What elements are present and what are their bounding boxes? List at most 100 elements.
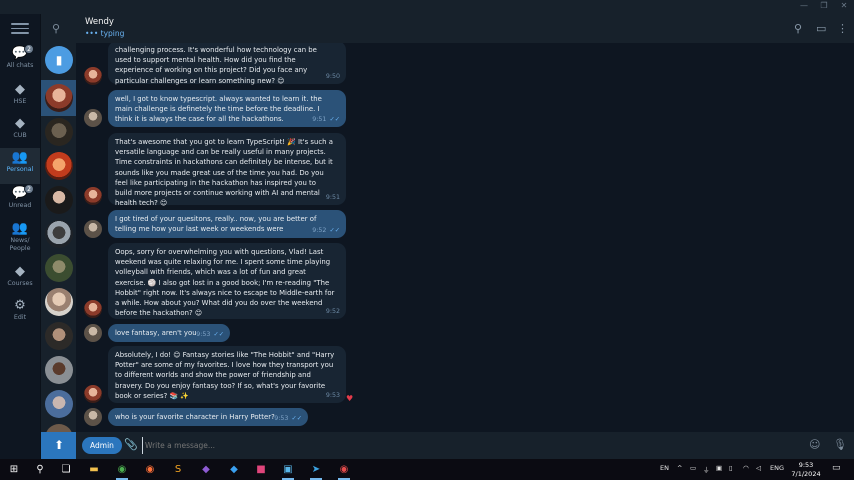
sublime-text-icon[interactable]: S (170, 462, 186, 477)
title-bar: — ❐ ✕ (0, 0, 854, 14)
folder-label: HSE (13, 98, 27, 105)
message-time: 9:51 (325, 193, 340, 201)
chrome-icon[interactable]: ◉ (114, 462, 130, 480)
search-icon[interactable]: ⚲ (32, 462, 48, 477)
microphone-icon[interactable]: 🎙 (833, 438, 847, 451)
message-outgoing[interactable]: who is your favorite character in Harry … (108, 408, 308, 426)
chat-avatar[interactable] (45, 356, 73, 384)
double-check-icon: ✓✓ (291, 414, 302, 422)
telegram-icon[interactable]: ➤ (308, 462, 324, 480)
clock-date: 7/1/2024 (791, 470, 821, 478)
sender-avatar[interactable] (84, 300, 102, 318)
keyboard-language[interactable]: ENG (770, 464, 784, 472)
sender-avatar[interactable] (84, 408, 102, 426)
chat-avatar[interactable] (45, 322, 73, 350)
people-icon: 👥 (11, 221, 29, 236)
hamburger-menu-icon[interactable] (11, 23, 29, 35)
sender-avatar[interactable] (84, 385, 102, 403)
input-language[interactable]: EN (660, 464, 669, 472)
send-as-admin-button[interactable]: Admin (82, 437, 122, 454)
folder-label: Courses (7, 280, 33, 287)
saved-messages-avatar[interactable]: ▮ (45, 46, 73, 74)
file-explorer-icon[interactable]: ▬ (86, 462, 102, 477)
jetbrains-icon[interactable]: ■ (253, 462, 269, 477)
search-icon[interactable]: ⚲ (794, 22, 802, 35)
chat-avatar[interactable] (45, 390, 73, 418)
message-incoming[interactable]: That's awesome that you got to learn Typ… (108, 133, 346, 207)
folder-news-people[interactable]: 👥 News/ People (0, 219, 40, 259)
message-area[interactable]: challenging process. It's wonderful how … (76, 43, 854, 432)
chat-list: ⚲ ▮ ⬆ (40, 14, 77, 459)
message-time: 9:53 (274, 414, 289, 422)
sender-avatar[interactable] (84, 187, 102, 205)
folder-unread[interactable]: 💬 2 Unread (0, 184, 40, 218)
message-input[interactable] (142, 437, 782, 454)
terminal-icon[interactable]: ▣ (280, 462, 296, 480)
chat-avatar[interactable] (45, 186, 73, 214)
message-text: Oops, sorry for overwhelming you with qu… (115, 248, 335, 318)
close-button[interactable]: ✕ (835, 1, 853, 10)
message-outgoing[interactable]: love fantasy, aren't you 9:53 ✓✓ (108, 324, 230, 342)
chevron-up-icon[interactable]: ^ (677, 464, 682, 472)
maximize-button[interactable]: ❐ (815, 1, 833, 10)
folder-hse[interactable]: ◆ HSE (0, 80, 40, 114)
emoji-icon[interactable]: ☺ (809, 438, 820, 451)
volume-icon[interactable]: ◁ (756, 464, 761, 472)
task-view-icon[interactable]: ❏ (58, 462, 74, 477)
sender-avatar[interactable] (84, 220, 102, 238)
scroll-to-top-button[interactable]: ⬆ (41, 432, 77, 459)
double-check-icon: ✓✓ (329, 226, 340, 234)
firefox-icon[interactable]: ◉ (142, 462, 158, 477)
chat-avatar[interactable] (45, 152, 73, 180)
minimize-button[interactable]: — (795, 1, 813, 10)
bookmark-icon: ▮ (55, 53, 63, 67)
more-options-icon[interactable]: ⋮ (837, 22, 848, 35)
folder-label: Edit (13, 314, 27, 321)
wifi-icon[interactable]: ◠ (743, 464, 749, 472)
chat-avatar[interactable] (45, 288, 73, 316)
chat-avatar-wendy[interactable] (45, 84, 73, 112)
recorder-icon[interactable]: ◉ (336, 462, 352, 480)
display-icon[interactable]: ▣ (716, 464, 722, 472)
double-check-icon: ✓✓ (329, 115, 340, 123)
visual-studio-icon[interactable]: ◆ (198, 462, 214, 477)
folder-edit[interactable]: ⚙ Edit (0, 296, 40, 330)
paperclip-icon[interactable]: 📎 (124, 438, 138, 451)
message-incoming[interactable]: Absolutely, I do! 😊 Fantasy stories like… (108, 346, 346, 403)
message-composer: Admin 📎 ☺ 🎙 (76, 432, 854, 459)
folder-rail: 💬 2 All chats ◆ HSE ◆ CUB 👥 Personal 💬 2… (0, 14, 40, 459)
notifications-icon[interactable]: ▭ (832, 463, 841, 473)
folder-label: CUB (13, 132, 27, 139)
message-outgoing[interactable]: I got tired of your quesitons, really.. … (108, 210, 346, 238)
sender-avatar[interactable] (84, 67, 102, 85)
chat-avatar[interactable] (45, 118, 73, 146)
folder-courses[interactable]: ◆ Courses (0, 262, 40, 296)
sender-avatar[interactable] (84, 324, 102, 342)
battery-icon[interactable]: ▭ (690, 464, 696, 472)
chat-header: Wendy ••• typing ⚲ ▭ ⋮ (76, 14, 854, 43)
stack-icon: ◆ (15, 82, 25, 97)
windows-start-icon[interactable]: ⊞ (6, 462, 22, 477)
system-clock[interactable]: 9:53 7/1/2024 (788, 461, 824, 479)
sidebar-toggle-icon[interactable]: ▭ (816, 22, 826, 35)
heart-reaction-icon[interactable]: ♥ (346, 394, 353, 403)
power-icon[interactable]: ▯ (729, 464, 733, 472)
sender-avatar[interactable] (84, 109, 102, 127)
message-incoming[interactable]: challenging process. It's wonderful how … (108, 43, 346, 85)
folder-cub[interactable]: ◆ CUB (0, 114, 40, 148)
message-time: 9:53 (325, 391, 340, 399)
stack-icon: ◆ (15, 264, 25, 279)
search-icon[interactable]: ⚲ (52, 22, 60, 35)
chat-avatar[interactable] (45, 220, 73, 248)
message-incoming[interactable]: Oops, sorry for overwhelming you with qu… (108, 243, 346, 319)
usb-icon[interactable]: ⏚ (703, 464, 710, 474)
message-outgoing[interactable]: well, I got to know typescript. always w… (108, 90, 346, 127)
folder-all-chats[interactable]: 💬 2 All chats (0, 44, 40, 78)
chat-avatar[interactable] (45, 254, 73, 282)
vscode-icon[interactable]: ◆ (226, 462, 242, 477)
message-meta: 9:51 ✓✓ (312, 115, 340, 125)
peer-name[interactable]: Wendy (85, 17, 114, 27)
message-text: who is your favorite character in Harry … (115, 413, 275, 421)
folder-personal[interactable]: 👥 Personal (0, 148, 40, 184)
message-text: Absolutely, I do! 😊 Fantasy stories like… (115, 351, 335, 400)
